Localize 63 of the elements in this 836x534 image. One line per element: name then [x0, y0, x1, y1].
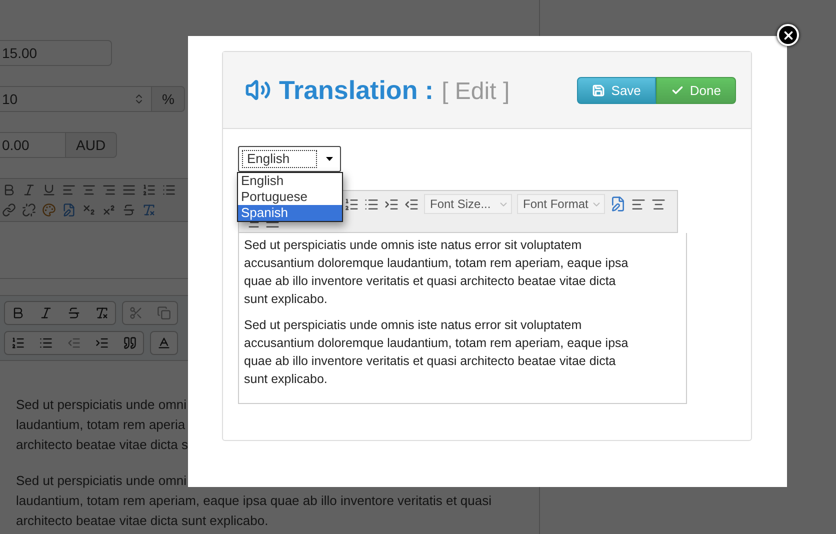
dropdown-option[interactable]: English — [238, 173, 342, 189]
speaker-icon — [245, 77, 271, 103]
bullet-list-icon[interactable] — [162, 183, 176, 197]
underline-icon[interactable] — [42, 183, 56, 197]
bold-icon[interactable] — [2, 183, 16, 197]
align-center-icon[interactable] — [651, 196, 666, 212]
copy-icon[interactable] — [157, 306, 171, 320]
text-line: architecto beatae vitae dicta sunt explicabo. — [16, 512, 270, 530]
input-field[interactable]: 10 — [0, 86, 152, 112]
palette-icon[interactable] — [42, 203, 56, 217]
subscript-icon[interactable] — [82, 203, 96, 217]
dropdown-option[interactable]: Spanish — [238, 205, 342, 221]
clear-format-icon[interactable] — [95, 306, 109, 320]
bullet-list-icon[interactable] — [39, 336, 53, 350]
indent-icon[interactable] — [384, 196, 399, 212]
paragraph: Sed ut perspiciatis unde omnis iste natus error sit voluptatem accusantium doloremque laudantium, totam rem aperiam, eaque ipsa quae ab illo inventore veritatis et quasi architecto beatae vitae dicta sunt explicabo. — [244, 317, 630, 388]
bold-icon[interactable] — [11, 306, 25, 320]
toolbar-select[interactable]: Font Size... — [424, 194, 512, 214]
cut-icon[interactable] — [129, 306, 143, 320]
quote-icon[interactable] — [123, 336, 137, 350]
align-center-icon[interactable] — [82, 183, 96, 197]
strikethrough-icon[interactable] — [67, 306, 81, 320]
close-icon — [782, 28, 794, 42]
done-button[interactable]: Done — [656, 76, 736, 104]
close-button[interactable] — [777, 24, 799, 46]
text-line: architecto beatae vitae dicta s — [16, 436, 189, 454]
bullet-list-icon[interactable] — [364, 196, 379, 212]
align-left-icon[interactable] — [62, 183, 76, 197]
edit-icon[interactable] — [610, 196, 626, 212]
save-icon — [592, 84, 606, 96]
input-addon: % — [152, 86, 186, 112]
panel-subtitle: [ Edit ] — [442, 78, 510, 106]
outdent-icon[interactable] — [404, 196, 419, 212]
text-line: laudantium, totam rem aperiam, eaque ipsa quae ab illo inventore veritatis et quasi — [16, 492, 492, 510]
numbered-list-icon[interactable] — [344, 196, 359, 212]
superscript-icon[interactable] — [102, 203, 116, 217]
italic-icon[interactable] — [39, 306, 53, 320]
toolbar-select[interactable]: Font Format — [517, 194, 605, 214]
strikethrough-icon[interactable] — [122, 203, 136, 217]
caret-icon — [326, 157, 332, 161]
indent-icon[interactable] — [95, 336, 109, 350]
save-button[interactable]: Save — [577, 76, 656, 104]
input-field[interactable]: 15.00 — [0, 40, 112, 66]
edit-icon[interactable] — [62, 203, 76, 217]
clear-format-icon[interactable] — [142, 203, 156, 217]
link-icon[interactable] — [2, 203, 16, 217]
input-field[interactable]: 0.00 — [0, 132, 66, 158]
text-line: Sed ut perspiciatis unde omni — [16, 472, 188, 490]
align-left-icon[interactable] — [631, 196, 646, 212]
check-icon — [670, 84, 684, 96]
language-select[interactable]: English — [238, 146, 341, 172]
unlink-icon[interactable] — [22, 203, 36, 217]
paragraph: Sed ut perspiciatis unde omnis iste natus error sit voluptatem accusantium doloremque laudantium, totam rem aperiam, eaque ipsa quae ab illo inventore veritatis et quasi architecto beatae vitae dicta sunt explicabo. — [244, 237, 630, 308]
text-line: Sed ut perspiciatis unde omni — [16, 396, 188, 414]
text-color-icon[interactable] — [157, 336, 171, 350]
spinner-icon[interactable] — [133, 93, 145, 105]
italic-icon[interactable] — [22, 183, 36, 197]
input-addon: AUD — [66, 132, 117, 158]
editor-content[interactable] — [238, 233, 687, 404]
numbered-list-icon[interactable] — [11, 336, 25, 350]
dropdown-option[interactable]: Portuguese — [238, 189, 342, 205]
text-line: laudantium, totam rem aperia — [16, 416, 186, 434]
panel-title: Translation : — [279, 74, 434, 106]
